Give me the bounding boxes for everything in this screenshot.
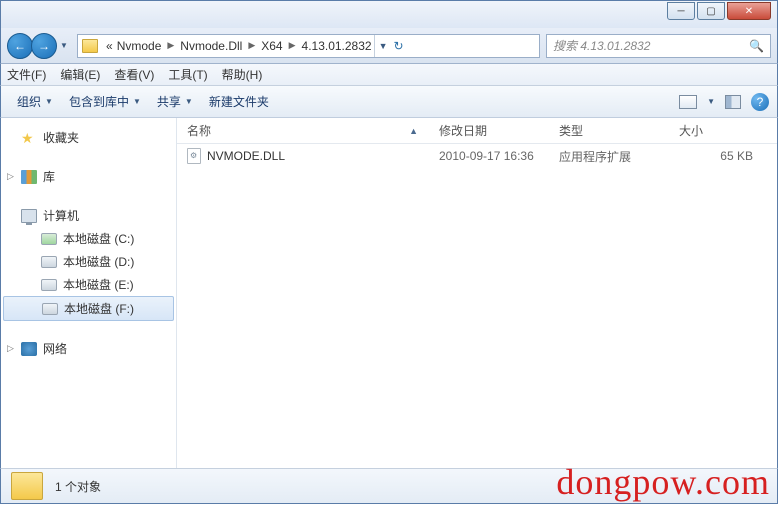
preview-pane-button[interactable] xyxy=(725,95,741,109)
search-icon[interactable]: 🔍 xyxy=(749,39,764,53)
star-icon: ★ xyxy=(21,130,37,146)
breadcrumb-prefix: « xyxy=(104,39,115,53)
view-options-button[interactable] xyxy=(679,95,697,109)
folder-icon xyxy=(82,39,98,53)
network-icon xyxy=(21,342,37,356)
chevron-down-icon: ▼ xyxy=(185,97,193,106)
chevron-down-icon: ▼ xyxy=(133,97,141,106)
file-row[interactable]: NVMODE.DLL 2010-09-17 16:36 应用程序扩展 65 KB xyxy=(177,144,777,168)
sidebar-libraries[interactable]: ▷ 库 xyxy=(1,165,176,188)
expand-icon[interactable]: ▷ xyxy=(7,343,14,354)
column-date[interactable]: 修改日期 xyxy=(429,122,549,139)
computer-icon xyxy=(21,209,37,223)
new-folder-button[interactable]: 新建文件夹 xyxy=(201,93,277,110)
minimize-button[interactable]: ─ xyxy=(667,2,695,20)
search-placeholder: 搜索 4.13.01.2832 xyxy=(553,37,650,54)
chevron-down-icon: ▼ xyxy=(707,97,715,106)
main-area: ★ 收藏夹 ▷ 库 计算机 本地磁盘 (C:) 本地磁盘 (D:) xyxy=(0,118,778,468)
include-library-button[interactable]: 包含到库中▼ xyxy=(61,93,149,110)
history-dropdown[interactable]: ▼ xyxy=(57,33,71,59)
sidebar-disk-d[interactable]: 本地磁盘 (D:) xyxy=(1,250,176,273)
file-type: 应用程序扩展 xyxy=(549,148,669,165)
file-name: NVMODE.DLL xyxy=(207,149,285,163)
breadcrumb-item[interactable]: 4.13.01.2832 xyxy=(300,39,374,53)
chevron-right-icon: ▶ xyxy=(285,40,300,51)
disk-icon xyxy=(41,256,57,268)
menu-edit[interactable]: 编辑(E) xyxy=(60,66,100,83)
close-button[interactable]: ✕ xyxy=(727,2,771,20)
chevron-right-icon: ▶ xyxy=(244,40,259,51)
menu-view[interactable]: 查看(V) xyxy=(114,66,154,83)
address-bar[interactable]: « Nvmode ▶ Nvmode.Dll ▶ X64 ▶ 4.13.01.28… xyxy=(77,34,540,58)
expand-icon[interactable]: ▷ xyxy=(7,171,14,182)
column-size[interactable]: 大小 xyxy=(669,122,777,139)
toolbar: 组织▼ 包含到库中▼ 共享▼ 新建文件夹 ▼ ? xyxy=(0,86,778,118)
status-bar: 1 个对象 xyxy=(0,468,778,504)
sidebar-favorites[interactable]: ★ 收藏夹 xyxy=(1,126,176,149)
status-count: 1 个对象 xyxy=(55,478,101,495)
folder-icon xyxy=(11,472,43,500)
disk-icon xyxy=(41,233,57,245)
menu-tools[interactable]: 工具(T) xyxy=(168,66,207,83)
sort-indicator-icon: ▲ xyxy=(409,126,418,136)
sidebar-disk-c[interactable]: 本地磁盘 (C:) xyxy=(1,227,176,250)
menu-file[interactable]: 文件(F) xyxy=(7,66,46,83)
navigation-sidebar: ★ 收藏夹 ▷ 库 计算机 本地磁盘 (C:) 本地磁盘 (D:) xyxy=(1,118,177,468)
menu-help[interactable]: 帮助(H) xyxy=(222,66,263,83)
chevron-down-icon: ▼ xyxy=(45,97,53,106)
chevron-right-icon: ▶ xyxy=(163,40,178,51)
dll-file-icon xyxy=(187,148,201,164)
forward-button[interactable]: → xyxy=(31,33,57,59)
address-dropdown[interactable]: ▼ xyxy=(379,41,388,51)
menu-bar: 文件(F) 编辑(E) 查看(V) 工具(T) 帮助(H) xyxy=(0,64,778,86)
file-date: 2010-09-17 16:36 xyxy=(429,149,549,163)
disk-icon xyxy=(41,279,57,291)
sidebar-disk-f[interactable]: 本地磁盘 (F:) xyxy=(3,296,174,321)
column-type[interactable]: 类型 xyxy=(549,122,669,139)
disk-icon xyxy=(42,303,58,315)
sidebar-computer[interactable]: 计算机 xyxy=(1,204,176,227)
breadcrumb-item[interactable]: X64 xyxy=(259,39,284,53)
maximize-button[interactable]: ▢ xyxy=(697,2,725,20)
search-input[interactable]: 搜索 4.13.01.2832 🔍 xyxy=(546,34,771,58)
help-button[interactable]: ? xyxy=(751,93,769,111)
window-titlebar: ─ ▢ ✕ xyxy=(0,0,778,28)
file-list-area: 名称 ▲ 修改日期 类型 大小 NVMODE.DLL 2010-09-17 16… xyxy=(177,118,777,468)
back-button[interactable]: ← xyxy=(7,33,33,59)
breadcrumb-item[interactable]: Nvmode.Dll xyxy=(178,39,244,53)
sidebar-disk-e[interactable]: 本地磁盘 (E:) xyxy=(1,273,176,296)
sidebar-network[interactable]: ▷ 网络 xyxy=(1,337,176,360)
navigation-bar: ← → ▼ « Nvmode ▶ Nvmode.Dll ▶ X64 ▶ 4.13… xyxy=(0,28,778,64)
column-headers: 名称 ▲ 修改日期 类型 大小 xyxy=(177,118,777,144)
share-button[interactable]: 共享▼ xyxy=(149,93,201,110)
library-icon xyxy=(21,170,37,184)
breadcrumb-item[interactable]: Nvmode xyxy=(115,39,164,53)
file-size: 65 KB xyxy=(669,149,777,163)
column-name[interactable]: 名称 ▲ xyxy=(177,122,429,139)
organize-button[interactable]: 组织▼ xyxy=(9,93,61,110)
refresh-button[interactable]: ↻ xyxy=(394,39,404,53)
